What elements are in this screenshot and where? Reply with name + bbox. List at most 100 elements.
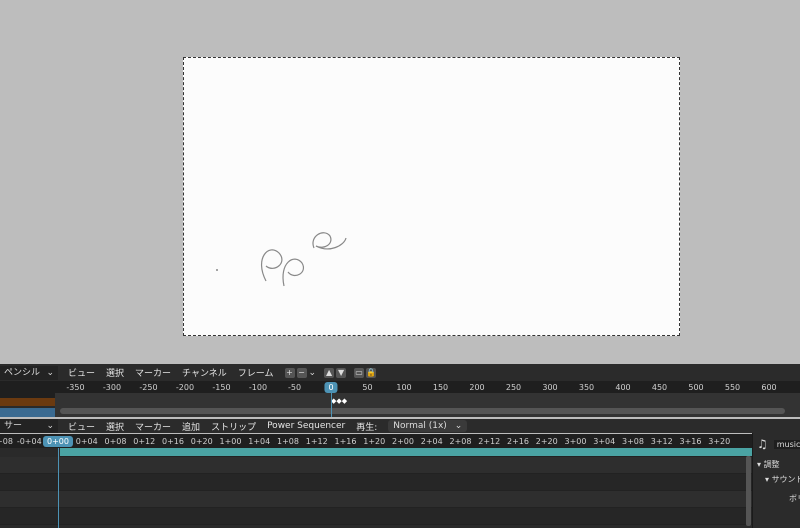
keyframe-markers[interactable]: ◆◆◆ (331, 397, 347, 405)
chevron-down-icon: ⌄ (454, 421, 463, 431)
seq-ruler-tick: 2+00 (392, 437, 414, 446)
gp-ruler-tick: -300 (102, 383, 122, 392)
seq-ruler-tick: 0+12 (133, 437, 156, 446)
seq-ruler-tick: 1+12 (305, 437, 328, 446)
channel-lane (0, 491, 752, 508)
volume-field-label: ボリ (789, 494, 800, 503)
gp-ruler-tick: 200 (469, 383, 485, 392)
horizontal-scrollbar[interactable] (60, 408, 785, 414)
channel-lane (0, 474, 752, 491)
sequencer-mode-label: サー (4, 421, 23, 431)
lock-icon[interactable]: 🔒 (366, 367, 377, 378)
seq-menu-strip[interactable]: ストリップ (211, 420, 256, 433)
grease-pencil-strokes (216, 232, 347, 287)
seq-ruler-tick: 1+04 (248, 437, 271, 446)
gp-menu-frame[interactable]: フレーム (238, 366, 274, 379)
seq-ruler-tick: 1+16 (334, 437, 357, 446)
seq-ruler-tick: 1+08 (277, 437, 299, 446)
gp-ruler-tick: 250 (505, 383, 522, 392)
gp-ruler-tick: -350 (66, 383, 85, 392)
seq-menu-view[interactable]: ビュー (68, 420, 95, 433)
seq-ruler-tick: -0+08 (0, 437, 13, 446)
gp-mode-label: ペンシル (4, 367, 41, 378)
seq-ruler-tick: 0+20 (190, 437, 213, 446)
gp-ruler-tick: -150 (212, 383, 231, 392)
gp-ruler-tick: 150 (432, 383, 449, 392)
seq-ruler-tick: 1+00 (219, 437, 242, 446)
gp-ruler-tick: 450 (651, 383, 668, 392)
seq-menu-select[interactable]: 選択 (106, 420, 124, 433)
seq-menu-marker[interactable]: マーカー (135, 420, 171, 433)
sequencer-mode-select[interactable]: サー ⌄ (0, 419, 58, 433)
seq-ruler-tick: 0+16 (162, 437, 184, 446)
seq-menu-add[interactable]: 追加 (182, 420, 200, 433)
seq-current-frame-indicator[interactable]: 0+00 (43, 436, 73, 447)
gp-object-channel[interactable] (0, 398, 55, 406)
gp-ruler-tick: -100 (248, 383, 268, 392)
gp-ruler-tick: 500 (688, 383, 704, 392)
seq-ruler-tick: 3+08 (622, 437, 644, 446)
sound-subsection-label: サウント (771, 475, 800, 484)
gp-ruler-tick: 100 (396, 383, 412, 392)
move-down-icon[interactable]: ▼ (336, 367, 347, 378)
gp-ruler-tick: -200 (175, 383, 195, 392)
chevron-down-icon: ⌄ (46, 367, 54, 378)
seq-ruler-tick: 2+16 (507, 437, 529, 446)
seq-ruler-tick: 2+20 (535, 437, 558, 446)
seq-menu-power-sequencer[interactable]: Power Sequencer (267, 421, 345, 431)
gp-current-frame-indicator[interactable]: 0 (324, 382, 338, 393)
playback-label: 再生: (356, 422, 378, 433)
gp-dopesheet-header: ペンシル ⌄ ビュー 選択 マーカー チャンネル フレーム + − ⌄ ▲ ▼ … (0, 364, 800, 381)
seq-ruler-tick: 3+00 (564, 437, 587, 446)
seq-ruler-tick: 3+20 (708, 437, 731, 446)
gp-ruler-tick: 400 (615, 383, 631, 392)
gp-ruler-tick: 350 (578, 383, 595, 392)
sequencer-header: サー ⌄ ビュー 選択 マーカー 追加 ストリップ Power Sequence… (0, 419, 800, 433)
channel-lane (0, 457, 752, 474)
gp-menu-channel[interactable]: チャンネル (182, 366, 227, 379)
move-up-icon[interactable]: ▲ (324, 367, 335, 378)
monitor-icon[interactable]: ▭ (354, 367, 365, 378)
remove-icon[interactable]: − (296, 367, 307, 378)
sequencer-strip-area[interactable] (0, 448, 752, 528)
gp-ruler-tick: 50 (362, 383, 373, 392)
seq-ruler-tick: 3+12 (650, 437, 673, 446)
channel-lane (0, 508, 752, 525)
gp-channels: ◆◆◆ (0, 393, 800, 417)
seq-ruler-tick: 2+08 (449, 437, 472, 446)
gp-timeline-ruler[interactable]: -350 -300 -250 -200 -150 -100 -50 50 100 150 200 25… (0, 381, 800, 393)
adjust-section-label: 調整 (763, 460, 780, 469)
music-note-icon: ♫ (757, 437, 768, 451)
gp-mode-select[interactable]: ペンシル ⌄ (0, 365, 58, 380)
chevron-down-icon: ⌄ (46, 421, 54, 431)
playhead-line (58, 448, 59, 528)
gp-ruler-tick: 600 (761, 383, 777, 392)
sequencer-timeline-ruler[interactable]: -0+08-0+04 0+04 0+08 0+12 0+16 0+20 1+00 1+04 1+… (0, 434, 752, 448)
gp-layer-channel[interactable] (0, 408, 55, 417)
viewport-area[interactable] (0, 0, 800, 363)
seq-ruler-tick: 2+12 (478, 437, 501, 446)
gp-menu-view[interactable]: ビュー (68, 366, 95, 379)
seq-ruler-tick: 0+04 (75, 437, 98, 446)
adjust-section-header[interactable]: ▾ 調整 (757, 459, 780, 470)
gp-menu-select[interactable]: 選択 (106, 366, 124, 379)
seq-ruler-tick: 3+16 (679, 437, 702, 446)
add-icon[interactable]: + (284, 367, 295, 378)
gp-ruler-tick: 550 (724, 383, 741, 392)
audio-strip[interactable] (60, 448, 752, 457)
strip-name-field[interactable]: music. (773, 439, 800, 449)
seq-ruler-tick: 1+20 (363, 437, 386, 446)
gp-ruler-tick: -50 (287, 383, 302, 392)
seq-ruler-tick: -0+04 (16, 437, 42, 446)
gp-ruler-tick: 300 (542, 383, 558, 392)
chevron-down-icon[interactable]: ⌄ (309, 368, 317, 378)
seq-ruler-tick: 2+04 (420, 437, 443, 446)
gp-menu-marker[interactable]: マーカー (135, 366, 171, 379)
playback-speed-dropdown[interactable]: Normal (1x) ⌄ (388, 420, 468, 432)
seq-ruler-tick: 3+04 (593, 437, 616, 446)
vertical-scrollbar[interactable] (746, 456, 751, 526)
camera-frame[interactable] (183, 57, 680, 336)
sound-subsection-header[interactable]: ▾ サウント (765, 474, 800, 485)
gp-ruler-tick: -250 (139, 383, 158, 392)
playback-speed-value: Normal (1x) (393, 421, 447, 431)
